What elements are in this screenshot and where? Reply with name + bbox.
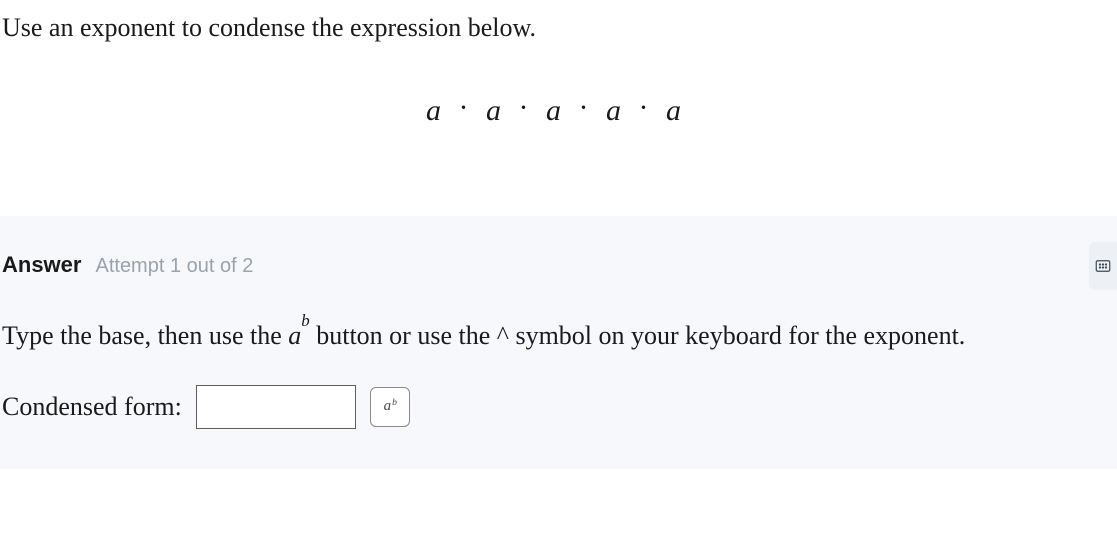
math-expression: a · a · a · a · a	[223, 94, 886, 128]
expr-var: a	[606, 94, 623, 127]
inline-math: ab	[288, 321, 309, 350]
dot-icon: ·	[459, 91, 471, 124]
answer-header: Answer Attempt 1 out of 2	[2, 252, 1097, 278]
answer-section: Answer Attempt 1 out of 2 Type the base,…	[0, 216, 1117, 468]
expr-var: a	[666, 94, 683, 127]
attempt-counter: Attempt 1 out of 2	[95, 255, 253, 278]
dot-icon: ·	[519, 91, 531, 124]
expr-var: a	[546, 94, 563, 127]
instruction-pre: Type the base, then use the	[2, 321, 288, 350]
expr-var: a	[426, 94, 443, 127]
question-prompt: Use an exponent to condense the expressi…	[2, 10, 1107, 46]
keypad-button[interactable]	[1089, 242, 1117, 290]
inline-math-base: a	[288, 321, 301, 350]
answer-label: Answer	[2, 252, 81, 278]
exp-button-base: a	[384, 399, 392, 414]
inline-math-sup: b	[301, 311, 309, 330]
dot-icon: ·	[579, 91, 591, 124]
expr-var: a	[486, 94, 503, 127]
keypad-icon	[1094, 257, 1112, 275]
exponent-button[interactable]: ab	[370, 387, 410, 427]
instruction-text: Type the base, then use the ab button or…	[2, 316, 1097, 356]
question-section: Use an exponent to condense the expressi…	[0, 0, 1117, 216]
condensed-form-row: Condensed form: ab	[2, 385, 1097, 429]
condensed-form-label: Condensed form:	[2, 392, 182, 422]
exp-button-sup: b	[392, 398, 397, 408]
answer-input[interactable]	[196, 385, 356, 429]
dot-icon: ·	[639, 91, 651, 124]
instruction-mid: button or use the ^ symbol on your keybo…	[310, 321, 966, 350]
